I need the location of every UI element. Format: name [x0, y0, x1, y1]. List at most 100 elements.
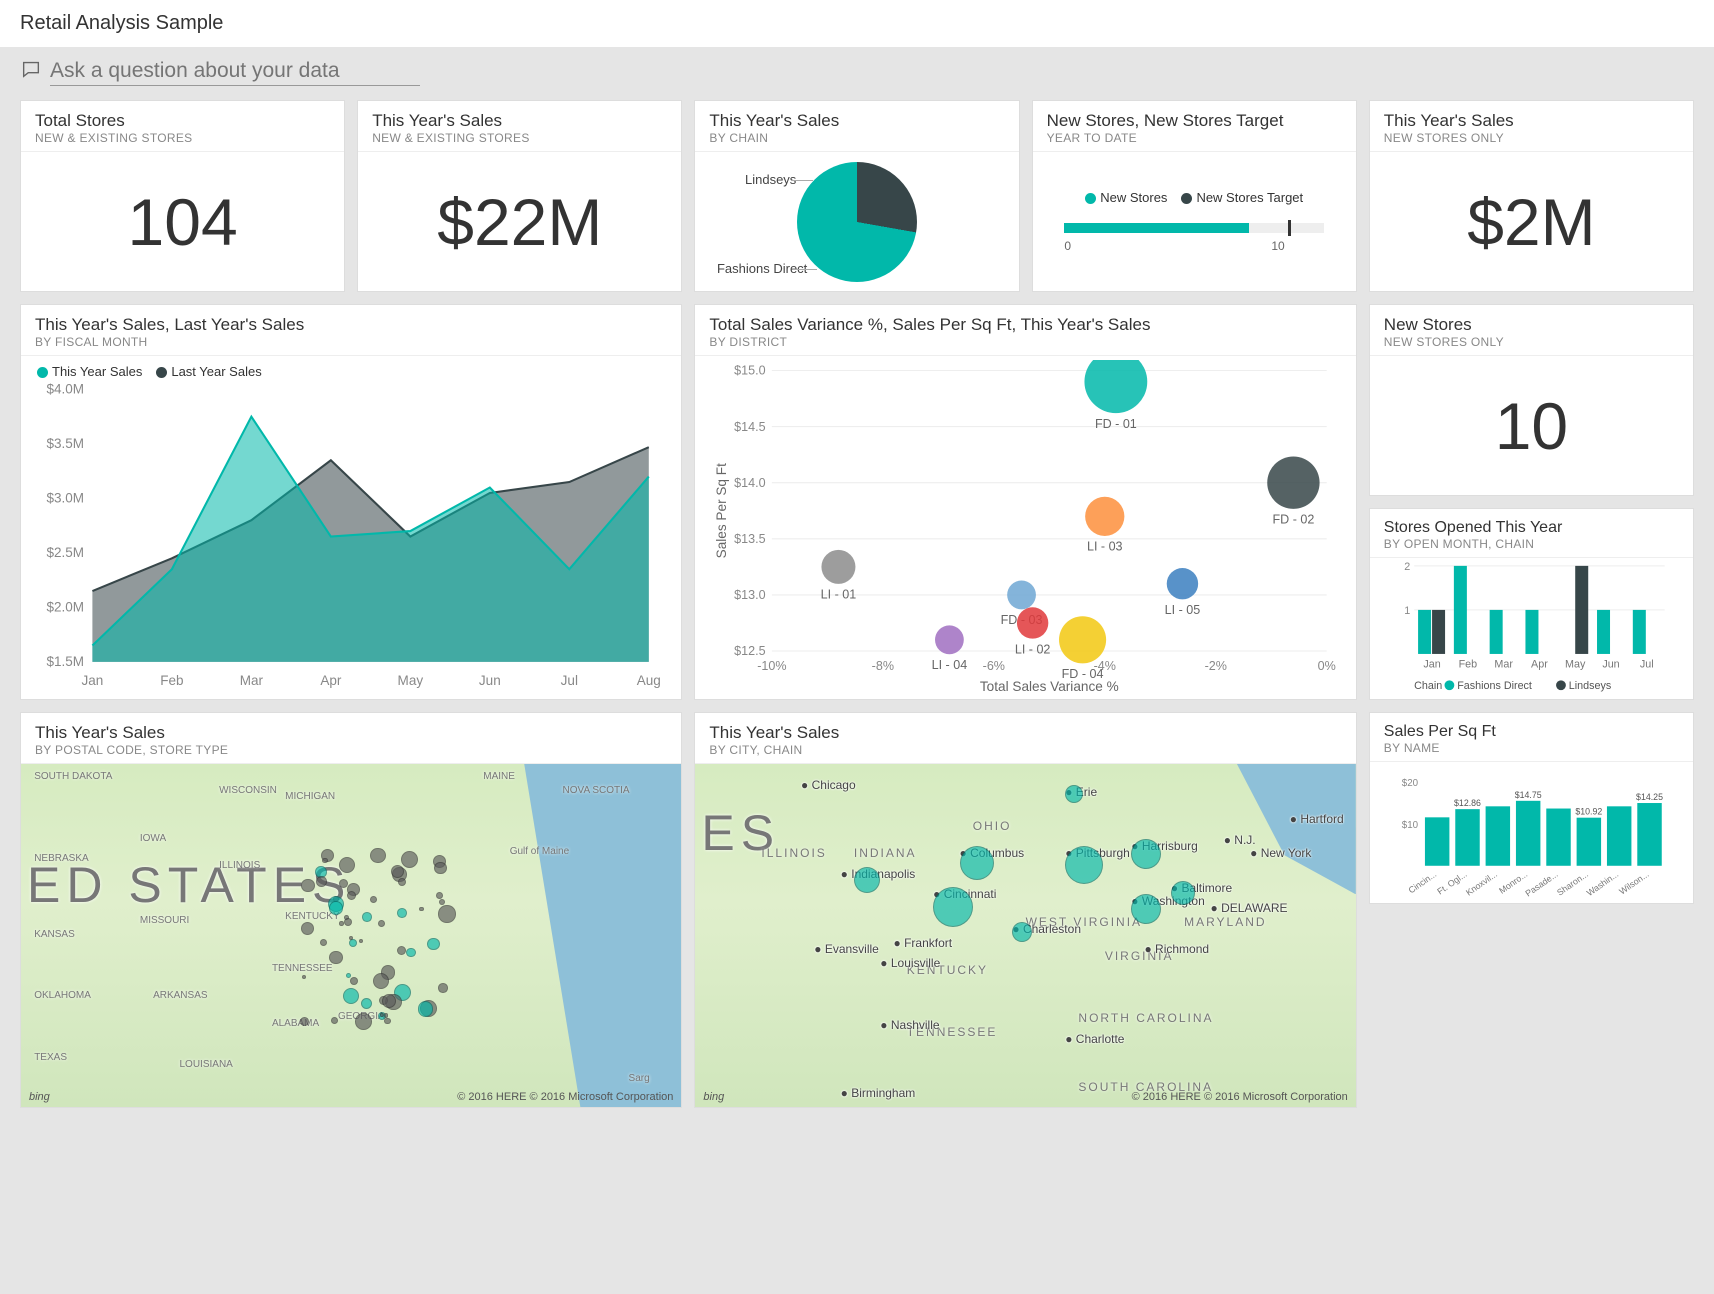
legend: This Year Sales Last Year Sales	[27, 364, 667, 379]
tile-title: Stores Opened This Year	[1384, 519, 1679, 537]
svg-text:$3.0M: $3.0M	[46, 491, 84, 506]
svg-text:Feb: Feb	[160, 673, 183, 688]
svg-text:May: May	[1565, 659, 1586, 671]
svg-text:$14.75: $14.75	[1515, 790, 1542, 800]
svg-text:$20: $20	[1402, 778, 1419, 789]
svg-text:LI - 05: LI - 05	[1165, 603, 1201, 617]
tile-subtitle: BY CITY, CHAIN	[709, 743, 1341, 757]
tile-new-stores-target[interactable]: New Stores, New Stores Target YEAR TO DA…	[1032, 100, 1357, 292]
svg-text:FD - 04: FD - 04	[1062, 667, 1104, 681]
svg-text:FD - 02: FD - 02	[1273, 513, 1315, 527]
tile-variance-scatter[interactable]: Total Sales Variance %, Sales Per Sq Ft,…	[694, 304, 1356, 700]
svg-text:Sales Per Sq Ft: Sales Per Sq Ft	[714, 463, 729, 558]
tile-title: This Year's Sales	[372, 111, 667, 131]
svg-text:2: 2	[1404, 561, 1410, 573]
svg-text:-2%: -2%	[1205, 659, 1227, 673]
svg-text:FD - 01: FD - 01	[1095, 417, 1137, 431]
svg-text:LI - 03: LI - 03	[1087, 540, 1123, 554]
svg-text:-8%: -8%	[872, 659, 894, 673]
svg-text:0%: 0%	[1318, 659, 1336, 673]
tile-subtitle: BY DISTRICT	[709, 335, 1341, 349]
qa-input[interactable]	[50, 57, 420, 86]
tile-map-city[interactable]: This Year's Sales BY CITY, CHAIN ES ILLI…	[694, 712, 1356, 1108]
svg-text:$3.5M: $3.5M	[46, 436, 84, 451]
svg-text:Feb: Feb	[1458, 659, 1477, 671]
tile-subtitle: BY CHAIN	[709, 131, 1004, 145]
svg-text:$14.5: $14.5	[735, 420, 766, 434]
svg-text:Ft. Ogl...: Ft. Ogl...	[1435, 869, 1468, 897]
tile-sales-by-chain[interactable]: This Year's Sales BY CHAIN Lindseys Fash…	[694, 100, 1019, 292]
chat-icon	[20, 58, 42, 86]
tile-subtitle: NEW & EXISTING STORES	[35, 131, 330, 145]
svg-text:$12.5: $12.5	[735, 644, 766, 658]
pie-chart: Lindseys Fashions Direct	[695, 152, 1018, 291]
svg-text:-6%: -6%	[983, 659, 1005, 673]
svg-text:Apr: Apr	[1531, 659, 1548, 671]
svg-text:$14.0: $14.0	[735, 476, 766, 490]
tile-subtitle: BY FISCAL MONTH	[35, 335, 667, 349]
svg-text:Jan: Jan	[81, 673, 103, 688]
svg-text:Sharon...: Sharon...	[1555, 869, 1590, 898]
tile-title: This Year's Sales	[709, 111, 1004, 131]
scatter-chart: $12.5$13.0$13.5$14.0$14.5$15.0-10%-8%-6%…	[699, 360, 1351, 695]
tile-title: Sales Per Sq Ft	[1384, 723, 1679, 741]
svg-text:Jul: Jul	[561, 673, 578, 688]
tile-title: This Year's Sales	[35, 723, 667, 743]
map-viz[interactable]: ES ILLINOISINDIANAOHIOWEST VIRGINIAVIRGI…	[695, 764, 1355, 1107]
svg-text:Chain: Chain	[1414, 680, 1442, 692]
svg-text:May: May	[398, 673, 424, 688]
legend: New Stores New Stores Target	[1085, 190, 1303, 205]
tile-title: New Stores	[1384, 315, 1679, 335]
svg-text:Mar: Mar	[240, 673, 264, 688]
svg-text:Mar: Mar	[1494, 659, 1513, 671]
bar-chart: $10$20Cincin...$12.86Ft. Ogl...Knoxvil..…	[1374, 764, 1689, 901]
svg-text:Wilson...: Wilson...	[1617, 869, 1650, 897]
svg-text:$13.5: $13.5	[735, 532, 766, 546]
tile-sales-by-month[interactable]: This Year's Sales, Last Year's Sales BY …	[20, 304, 682, 700]
kpi-value: 104	[128, 184, 238, 260]
svg-text:LI - 04: LI - 04	[932, 658, 968, 672]
tile-title: This Year's Sales	[709, 723, 1341, 743]
grouped-bar-chart: 12JanFebMarAprMayJunJulChainFashions Dir…	[1376, 560, 1687, 697]
tile-new-stores[interactable]: New Stores NEW STORES ONLY 10	[1369, 304, 1694, 496]
tile-title: This Year's Sales, Last Year's Sales	[35, 315, 667, 335]
svg-text:Pasade...: Pasade...	[1523, 869, 1559, 899]
tile-subtitle: YEAR TO DATE	[1047, 131, 1342, 145]
svg-text:$2.5M: $2.5M	[46, 545, 84, 560]
bullet-chart: New Stores New Stores Target 010	[1033, 152, 1356, 291]
svg-text:$14.25: $14.25	[1636, 792, 1663, 802]
svg-text:$10.92: $10.92	[1575, 807, 1602, 817]
map-copyright: © 2016 HERE © 2016 Microsoft Corporation	[457, 1091, 673, 1103]
map-viz[interactable]: ED STATES SOUTH DAKOTANEBRASKAKANSASOKLA…	[21, 764, 681, 1107]
svg-text:$12.86: $12.86	[1454, 798, 1481, 808]
svg-text:Apr: Apr	[320, 673, 342, 688]
svg-text:Jan: Jan	[1423, 659, 1440, 671]
tile-sales-new[interactable]: This Year's Sales NEW STORES ONLY $2M	[1369, 100, 1694, 292]
page-title: Retail Analysis Sample	[0, 0, 1714, 47]
tile-subtitle: BY OPEN MONTH, CHAIN	[1384, 537, 1679, 551]
svg-text:Knoxvil...: Knoxvil...	[1464, 869, 1499, 898]
tile-subtitle: BY POSTAL CODE, STORE TYPE	[35, 743, 667, 757]
kpi-value: $22M	[437, 184, 602, 260]
tile-total-stores[interactable]: Total Stores NEW & EXISTING STORES 104	[20, 100, 345, 292]
tile-stores-opened[interactable]: Stores Opened This Year BY OPEN MONTH, C…	[1369, 508, 1694, 700]
dashboard-grid: Total Stores NEW & EXISTING STORES 104 T…	[0, 100, 1714, 1128]
tile-subtitle: BY NAME	[1384, 741, 1679, 755]
svg-text:Total Sales Variance %: Total Sales Variance %	[980, 679, 1119, 694]
tile-sales-sqft[interactable]: Sales Per Sq Ft BY NAME $10$20Cincin...$…	[1369, 712, 1694, 904]
svg-text:$13.0: $13.0	[735, 588, 766, 602]
svg-text:Jun: Jun	[1602, 659, 1619, 671]
svg-text:-10%: -10%	[758, 659, 787, 673]
svg-text:Washin...: Washin...	[1585, 869, 1621, 898]
tile-title: New Stores, New Stores Target	[1047, 111, 1342, 131]
tile-sales-all[interactable]: This Year's Sales NEW & EXISTING STORES …	[357, 100, 682, 292]
tile-map-postal[interactable]: This Year's Sales BY POSTAL CODE, STORE …	[20, 712, 682, 1108]
svg-text:$1.5M: $1.5M	[46, 654, 84, 669]
svg-text:Cincin...: Cincin...	[1406, 869, 1438, 895]
svg-text:$4.0M: $4.0M	[46, 382, 84, 397]
svg-text:Fashions Direct: Fashions Direct	[1457, 680, 1532, 692]
bing-logo: bing	[29, 1091, 50, 1103]
svg-text:Lindseys: Lindseys	[1569, 680, 1611, 692]
svg-text:LI - 01: LI - 01	[821, 588, 857, 602]
svg-text:1: 1	[1404, 605, 1410, 617]
